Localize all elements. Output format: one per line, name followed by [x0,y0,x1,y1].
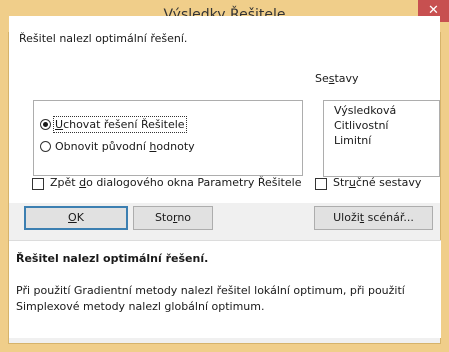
reports-label: Sestavy [315,72,359,85]
options-panel: Řešitel nalezl optimální řešení. Uchovat… [9,16,440,203]
save-scenario-button[interactable]: Uložit scénář... [314,206,433,230]
return-to-parameters-label[interactable]: Zpět do dialogového okna Parametry Řešit… [50,176,301,189]
report-item-answer[interactable]: Výsledková [334,104,396,117]
result-status-text: Řešitel nalezl optimální řešení. [19,32,188,45]
outline-reports-label[interactable]: Stručné sestavy [333,176,421,189]
keep-solution-label[interactable]: Uchovat řešení Řešitele [53,116,187,133]
message-panel: Řešitel nalezl optimální řešení. Při pou… [9,240,441,338]
reports-listbox[interactable]: Výsledková Citlivostní Limitní [323,100,440,177]
outline-reports-checkbox[interactable] [315,178,327,190]
message-body: Při použití Gradientní metody nalezl řeš… [16,284,405,313]
report-item-limits[interactable]: Limitní [334,134,371,147]
return-to-parameters-checkbox[interactable] [32,178,44,190]
restore-values-radio[interactable] [40,141,51,152]
ok-button[interactable]: OK [24,206,128,230]
radio-selected-dot [43,122,48,127]
solver-results-dialog: Výsledky Řešitele ✕ Řešitel nalezl optim… [0,0,449,352]
cancel-button[interactable]: Storno [133,206,213,230]
message-title: Řešitel nalezl optimální řešení. [16,252,209,265]
solution-options-group [33,100,303,176]
keep-solution-radio[interactable] [40,119,51,130]
report-item-sensitivity[interactable]: Citlivostní [334,119,388,132]
restore-values-label[interactable]: Obnovit původní hodnoty [55,140,195,153]
